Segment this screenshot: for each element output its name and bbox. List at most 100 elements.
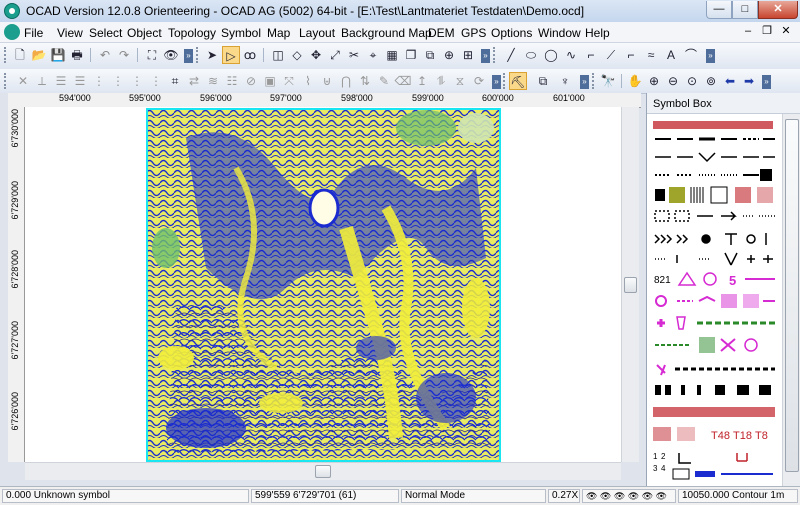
smooth-icon[interactable]: ≋ xyxy=(204,72,222,90)
view-forward-icon[interactable]: ➡ xyxy=(740,72,758,90)
intersect-icon[interactable]: ⋂ xyxy=(337,72,355,90)
menu-symbol[interactable]: Symbol xyxy=(221,26,261,40)
minimize-button[interactable]: — xyxy=(706,1,732,19)
redo-icon[interactable]: ↷ xyxy=(115,46,133,64)
layers-icon[interactable]: ⧉ xyxy=(534,72,552,90)
close-button[interactable]: ✕ xyxy=(758,1,798,19)
full-extent-icon[interactable]: ⛶ xyxy=(143,46,161,64)
toolbar-overflow-icon[interactable]: » xyxy=(580,75,589,89)
maximize-button[interactable]: □ xyxy=(732,1,758,19)
save-icon[interactable]: 💾 xyxy=(49,46,67,64)
toolbar-grip[interactable] xyxy=(4,47,9,63)
curve-icon[interactable]: ∿ xyxy=(562,46,580,64)
mdi-restore-button[interactable]: ❐ xyxy=(759,24,775,38)
menu-file[interactable]: File xyxy=(24,26,43,40)
toolbar-overflow-icon[interactable]: » xyxy=(481,49,490,63)
rotate-icon[interactable]: ◫ xyxy=(269,46,287,64)
pencil-icon[interactable]: ✎ xyxy=(375,72,393,90)
undo-icon[interactable]: ↶ xyxy=(96,46,114,64)
mdi-minimize-button[interactable]: – xyxy=(740,24,756,38)
zoom-in-icon[interactable]: ⊕ xyxy=(645,72,663,90)
cut-icon[interactable]: ✂ xyxy=(345,46,363,64)
menu-window[interactable]: Window xyxy=(538,26,581,40)
edit-object-icon[interactable]: ▷ xyxy=(222,46,240,64)
sharpen-icon[interactable]: ⟂ xyxy=(33,72,51,90)
snap-icon[interactable]: ⧖ xyxy=(451,72,469,90)
menu-topology[interactable]: Topology xyxy=(168,26,216,40)
mdi-close-button[interactable]: ✕ xyxy=(778,24,794,38)
align-left-icon[interactable]: ☰ xyxy=(52,72,70,90)
document-icon[interactable] xyxy=(4,24,20,40)
stairs-icon[interactable]: ⌐ xyxy=(622,46,640,64)
reverse-icon[interactable]: ⇄ xyxy=(185,72,203,90)
ellipse-icon[interactable]: ⬭ xyxy=(522,46,540,64)
break-icon[interactable]: ⌇ xyxy=(299,72,317,90)
map-vertical-scrollbar[interactable] xyxy=(621,107,639,462)
crop-icon[interactable]: ⌗ xyxy=(166,72,184,90)
reshape-icon[interactable]: ⌖ xyxy=(364,46,382,64)
grid-icon[interactable]: ⋮ xyxy=(109,72,127,90)
mark-point-icon[interactable]: ◇ xyxy=(288,46,306,64)
unite-icon[interactable]: ⊎ xyxy=(318,72,336,90)
zoom-window-icon[interactable]: ⊙ xyxy=(683,72,701,90)
menu-options[interactable]: Options xyxy=(491,26,532,40)
menu-background-map[interactable]: Background Map xyxy=(341,26,432,40)
straighten-icon[interactable]: ⇅ xyxy=(356,72,374,90)
toolbar-overflow-icon[interactable]: » xyxy=(706,49,715,63)
fill-icon[interactable]: ▦ xyxy=(383,46,401,64)
symbol-box-scroll-thumb[interactable] xyxy=(785,119,799,472)
toolbar-overflow-icon[interactable]: » xyxy=(492,75,501,89)
area-tool-icon[interactable]: ⌒ xyxy=(682,46,700,64)
fill-border-icon[interactable]: ▣ xyxy=(261,72,279,90)
print-icon[interactable]: 🖶 xyxy=(68,46,86,64)
copy-icon[interactable]: ❐ xyxy=(402,46,420,64)
symbol-box-scrollbar[interactable] xyxy=(782,114,800,486)
toolbar-overflow-icon[interactable]: » xyxy=(184,49,193,63)
view-back-icon[interactable]: ⬅ xyxy=(721,72,739,90)
offset-icon[interactable]: ⥮ xyxy=(432,72,450,90)
merge-icon[interactable]: ⧉ xyxy=(421,46,439,64)
lasso-select-icon[interactable]: ꝏ xyxy=(241,46,259,64)
menu-object[interactable]: Object xyxy=(127,26,162,40)
rotate-pattern-icon[interactable]: ⟳ xyxy=(470,72,488,90)
pan-hand-icon[interactable]: ✋ xyxy=(626,72,644,90)
delete-vertex-icon[interactable]: ✕ xyxy=(14,72,32,90)
open-folder-icon[interactable]: 📂 xyxy=(30,46,48,64)
eraser-icon[interactable]: ⌫ xyxy=(394,72,412,90)
join-icon[interactable]: ⊕ xyxy=(440,46,458,64)
zoom-all-icon[interactable]: ⊚ xyxy=(702,72,720,90)
pin-icon[interactable]: ♆ xyxy=(556,72,574,90)
menu-map[interactable]: Map xyxy=(267,26,290,40)
status-mode[interactable]: Normal Mode xyxy=(401,489,546,503)
new-file-icon[interactable]: 🗋 xyxy=(11,46,29,64)
columns-icon[interactable]: ⋮ xyxy=(147,72,165,90)
distribute-icon[interactable]: ⋮ xyxy=(90,72,108,90)
preview-eye-icon[interactable]: 👁 xyxy=(162,46,180,64)
select-object-icon[interactable]: ➤ xyxy=(203,46,221,64)
menu-layout[interactable]: Layout xyxy=(299,26,335,40)
vertical-scroll-thumb[interactable] xyxy=(624,277,637,293)
list-icon[interactable]: ☷ xyxy=(223,72,241,90)
measure-icon[interactable]: ↥ xyxy=(413,72,431,90)
orienteering-map[interactable] xyxy=(146,108,501,462)
map-canvas[interactable] xyxy=(25,107,621,462)
status-view-icons[interactable]: 👁 👁 👁 👁 👁 👁 xyxy=(582,489,676,503)
map-horizontal-scrollbar[interactable] xyxy=(25,462,621,480)
cut-hole-icon[interactable]: ⊘ xyxy=(242,72,260,90)
convert-icon[interactable]: ⤧ xyxy=(280,72,298,90)
transform-icon[interactable]: ⊞ xyxy=(459,46,477,64)
menu-dem[interactable]: DEM xyxy=(428,26,455,40)
spacing-icon[interactable]: ⋮ xyxy=(128,72,146,90)
rectangle-icon[interactable]: ⌐ xyxy=(582,46,600,64)
menu-view[interactable]: View xyxy=(57,26,83,40)
circle-icon[interactable]: ◯ xyxy=(542,46,560,64)
text-tool-icon[interactable]: A xyxy=(662,46,680,64)
align-center-icon[interactable]: ☰ xyxy=(71,72,89,90)
move-icon[interactable]: ✥ xyxy=(307,46,325,64)
scale-icon[interactable]: ⤢ xyxy=(326,46,344,64)
menu-gps[interactable]: GPS xyxy=(461,26,486,40)
find-icon[interactable]: 🔭 xyxy=(599,72,617,90)
toolbar-overflow-icon[interactable]: » xyxy=(762,75,771,89)
fill-area-tool-icon[interactable]: ⛏ xyxy=(509,72,527,90)
numbering-icon[interactable]: ≈ xyxy=(642,46,660,64)
